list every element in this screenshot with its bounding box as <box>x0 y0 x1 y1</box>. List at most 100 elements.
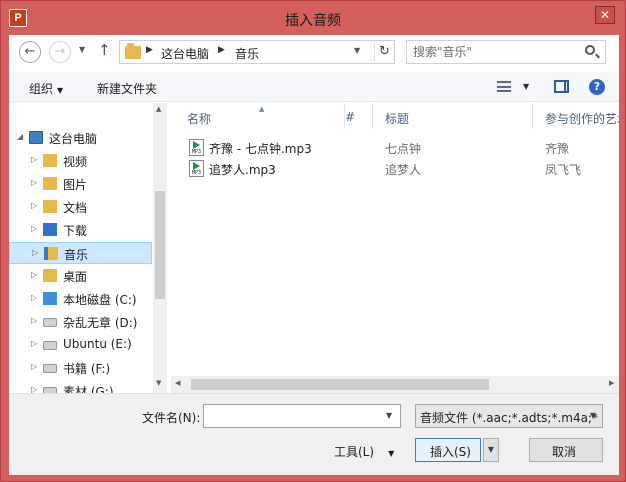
expand-arrow-icon[interactable]: ▷ <box>31 178 37 187</box>
column-header-artist[interactable]: 参与创作的艺术 <box>533 103 619 129</box>
file-title: 七点钟 <box>385 142 422 156</box>
column-header-title[interactable]: 标题 <box>373 103 533 129</box>
file-name: 追梦人.mp3 <box>209 163 276 177</box>
navigation-scrollbar[interactable]: ▲ ▼ <box>153 103 167 393</box>
view-options-chevron-down-icon[interactable]: ▼ <box>523 82 529 91</box>
scrollbar-thumb[interactable] <box>155 191 165 299</box>
address-bar[interactable]: ▶ 这台电脑 ▶ 音乐 ▼ ↻ <box>119 40 395 64</box>
insert-label: 插入(S) <box>430 445 471 459</box>
expand-arrow-icon[interactable]: ▷ <box>31 155 37 164</box>
documents-folder-icon <box>43 200 57 213</box>
tree-item[interactable]: ▷ 杂乱无章 (D:) <box>9 311 152 333</box>
forward-button[interactable]: → <box>49 41 71 63</box>
music-folder-icon <box>44 247 58 260</box>
scrollbar-thumb[interactable] <box>191 379 489 390</box>
organize-label: 组织 <box>29 82 54 96</box>
chevron-down-icon: ▼ <box>57 86 64 95</box>
cancel-button[interactable]: 取消 <box>529 438 603 462</box>
tree-item[interactable]: ▷ 书籍 (F:) <box>9 357 152 379</box>
file-type-select[interactable]: 音频文件 (*.aac;*.adts;*.m4a;* ▼ <box>415 404 603 428</box>
mp3-file-icon <box>189 139 204 156</box>
computer-icon <box>29 131 43 144</box>
scroll-up-icon[interactable]: ▲ <box>156 105 161 113</box>
navigation-pane[interactable]: ◢ 这台电脑 ▷ 视频 ▷ 图片 ▷ 文档 ▷ 下载 ▷ 音乐 ▷ 桌面 ▷ 本地磁盘 (C:) ▷ 杂乱无章 (… <box>9 103 167 393</box>
scroll-left-icon[interactable]: ◀ <box>175 379 180 387</box>
drive-icon <box>43 318 57 327</box>
dialog-footer: 文件名(N): ▼ 音频文件 (*.aac;*.adts;*.m4a;* ▼ 工… <box>9 393 619 475</box>
tree-item[interactable]: ▷ 本地磁盘 (C:) <box>9 288 152 310</box>
new-folder-button[interactable]: 新建文件夹 <box>97 80 157 97</box>
filename-history-chevron-down-icon[interactable]: ▼ <box>386 411 392 420</box>
breadcrumb-this-pc[interactable]: 这台电脑 <box>161 45 209 62</box>
filename-field[interactable]: ▼ <box>203 404 401 428</box>
file-artist: 齐豫 <box>545 142 570 156</box>
breadcrumb-separator-icon[interactable]: ▶ <box>218 45 225 55</box>
expand-arrow-icon[interactable]: ▷ <box>31 201 37 210</box>
breadcrumb-music[interactable]: 音乐 <box>235 45 259 62</box>
expand-arrow-icon[interactable]: ▷ <box>31 224 37 233</box>
tree-item-label: 文档 <box>63 201 88 215</box>
file-list[interactable]: ▲名称 # 标题 参与创作的艺术 齐豫 - 七点钟.mp3 七点钟 齐豫追梦人.mp… <box>167 103 619 393</box>
preview-pane-icon[interactable] <box>554 80 569 93</box>
scroll-down-icon[interactable]: ▼ <box>156 379 161 387</box>
expand-arrow-icon[interactable]: ▷ <box>31 270 37 279</box>
back-button[interactable]: ← <box>19 41 41 63</box>
dialog-title: 插入音频 <box>285 13 341 29</box>
file-row[interactable]: 追梦人.mp3 追梦人 凤飞飞 <box>167 158 619 179</box>
horizontal-scrollbar[interactable]: ◀ ▶ <box>171 376 619 393</box>
file-type-chevron-down-icon[interactable]: ▼ <box>590 411 596 420</box>
tools-button[interactable]: 工具(L) ▼ <box>334 443 394 460</box>
close-button[interactable]: ✕ <box>595 6 615 24</box>
expand-arrow-icon[interactable]: ▷ <box>31 385 37 393</box>
expand-arrow-icon[interactable]: ▷ <box>31 316 37 325</box>
tree-item[interactable]: ▷ 视频 <box>9 150 152 172</box>
file-name: 齐豫 - 七点钟.mp3 <box>209 142 312 156</box>
tree-item-label: 本地磁盘 (C:) <box>63 293 137 307</box>
scroll-right-icon[interactable]: ▶ <box>609 379 614 387</box>
insert-button[interactable]: 插入(S) <box>415 438 481 462</box>
title-bar[interactable]: P 插入音频 ✕ <box>1 1 625 35</box>
view-options-icon[interactable] <box>497 81 511 92</box>
organize-button[interactable]: 组织 ▼ <box>29 80 63 97</box>
video-folder-icon <box>43 154 57 167</box>
tree-item[interactable]: ▷ 文档 <box>9 196 152 218</box>
expand-arrow-icon[interactable]: ▷ <box>31 362 37 371</box>
tree-item[interactable]: ▷ 音乐 <box>9 242 152 264</box>
dialog-body: ← → ▼ ↑ ▶ 这台电脑 ▶ 音乐 ▼ ↻ 组织▼ 新建文件夹 ▼ <box>9 35 619 475</box>
file-row[interactable]: 齐豫 - 七点钟.mp3 七点钟 齐豫 <box>167 137 619 158</box>
refresh-button[interactable]: ↻ <box>374 43 394 61</box>
insert-audio-dialog: P 插入音频 ✕ ← → ▼ ↑ ▶ 这台电脑 ▶ 音乐 ▼ ↻ 搜索"音乐" … <box>0 0 626 482</box>
tree-item[interactable]: ▷ 图片 <box>9 173 152 195</box>
breadcrumb-separator-icon[interactable]: ▶ <box>146 45 153 55</box>
filename-label: 文件名(N): <box>142 411 201 425</box>
tree-item-label: 视频 <box>63 155 88 169</box>
tree-item[interactable]: ▷ Ubuntu (E:) <box>9 334 152 356</box>
tree-item[interactable]: ▷ 下载 <box>9 219 152 241</box>
tree-item[interactable]: ▷ 素材 (G:) <box>9 380 152 393</box>
column-header-number[interactable]: # <box>333 103 373 129</box>
search-box[interactable] <box>406 40 606 64</box>
navigation-bar: ← → ▼ ↑ ▶ 这台电脑 ▶ 音乐 ▼ ↻ <box>9 35 619 69</box>
windows-drive-icon <box>43 292 57 305</box>
tree-item[interactable]: ▷ 桌面 <box>9 265 152 287</box>
tree-item-label: 桌面 <box>63 270 88 284</box>
expand-arrow-icon[interactable]: ▷ <box>32 248 38 257</box>
help-icon[interactable]: ? <box>589 79 605 95</box>
tree-item-label: 音乐 <box>64 248 89 262</box>
expand-arrow-icon[interactable]: ▷ <box>31 293 37 302</box>
pictures-folder-icon <box>43 177 57 190</box>
command-bar: 组织 ▼ 新建文件夹 ▼ ? <box>9 72 619 102</box>
address-history-chevron-down-icon[interactable]: ▼ <box>354 46 360 55</box>
desktop-folder-icon <box>43 269 57 282</box>
tools-label: 工具(L) <box>334 445 375 459</box>
search-icon[interactable] <box>585 45 595 55</box>
up-button[interactable]: ↑ <box>98 41 111 59</box>
insert-options-chevron-down-icon[interactable]: ▼ <box>483 438 499 462</box>
expand-arrow-icon[interactable]: ▷ <box>31 339 37 348</box>
collapse-arrow-icon[interactable]: ◢ <box>17 132 23 141</box>
column-header-name[interactable]: ▲ 名称 <box>175 103 345 129</box>
search-input[interactable] <box>413 44 573 60</box>
tree-item[interactable]: ◢ 这台电脑 <box>9 127 152 149</box>
chevron-down-icon: ▼ <box>388 449 395 458</box>
recent-locations-chevron-down-icon[interactable]: ▼ <box>79 45 85 54</box>
